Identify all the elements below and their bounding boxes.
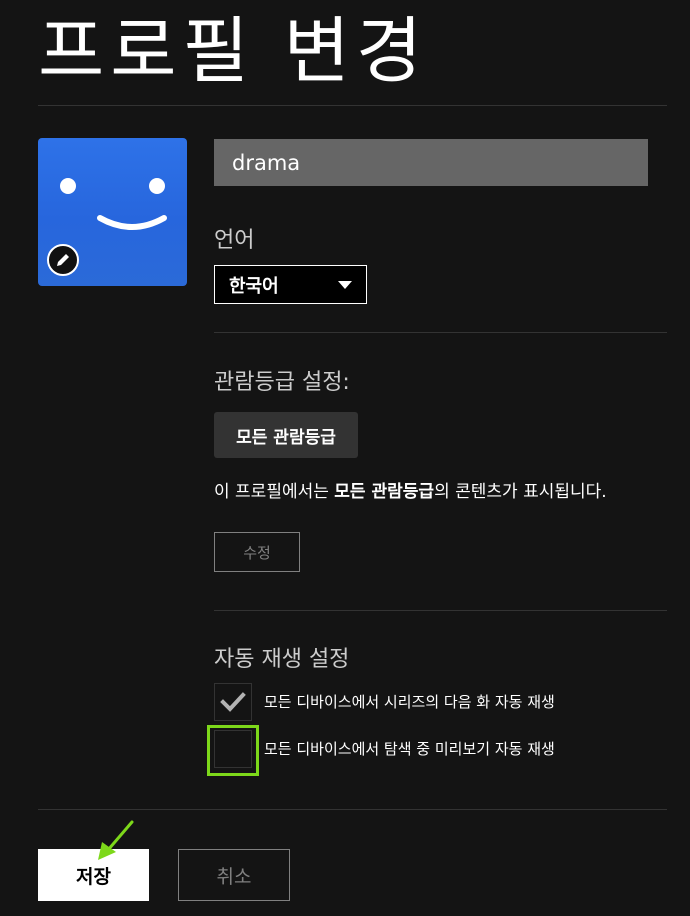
profile-name-input[interactable]: [214, 139, 648, 186]
maturity-edit-button[interactable]: 수정: [214, 532, 300, 572]
maturity-desc-suffix: 의 콘텐츠가 표시됩니다.: [434, 482, 607, 502]
page-title: 프로필 변경: [38, 9, 429, 93]
maturity-divider: [214, 610, 667, 611]
maturity-label: 관람등급 설정:: [214, 370, 350, 395]
profile-avatar[interactable]: [38, 138, 187, 286]
language-select[interactable]: 한국어: [214, 265, 367, 304]
maturity-desc-bold: 모든 관람등급: [334, 482, 435, 502]
autoplay-previews-label: 모든 디바이스에서 탐색 중 미리보기 자동 재생: [264, 740, 555, 758]
autoplay-previews-checkbox[interactable]: [214, 730, 252, 768]
autoplay-next-episode-checkbox[interactable]: [214, 683, 252, 721]
profile-edit-page: 프로필 변경 언어 한국어 관람등급 설정: 모든 관람등급 이 프로필에서는 …: [0, 0, 690, 916]
maturity-desc-prefix: 이 프로필에서는: [214, 482, 335, 502]
pencil-icon: [57, 254, 69, 266]
maturity-rating-chip: 모든 관람등급: [214, 412, 358, 458]
bottom-divider: [38, 809, 667, 810]
save-button[interactable]: 저장: [38, 849, 149, 901]
avatar-edit-button[interactable]: [47, 244, 79, 276]
maturity-description: 이 프로필에서는 모든 관람등급의 콘텐츠가 표시됩니다.: [214, 477, 607, 502]
cancel-button[interactable]: 취소: [178, 849, 290, 901]
autoplay-label: 자동 재생 설정: [214, 647, 350, 672]
title-divider: [38, 105, 667, 106]
autoplay-next-episode-label: 모든 디바이스에서 시리즈의 다음 화 자동 재생: [264, 693, 555, 711]
caret-down-icon: [338, 281, 352, 289]
language-label: 언어: [214, 228, 255, 253]
language-selected-value: 한국어: [229, 275, 279, 297]
language-divider: [214, 332, 667, 333]
checkmark-icon: [220, 692, 246, 712]
